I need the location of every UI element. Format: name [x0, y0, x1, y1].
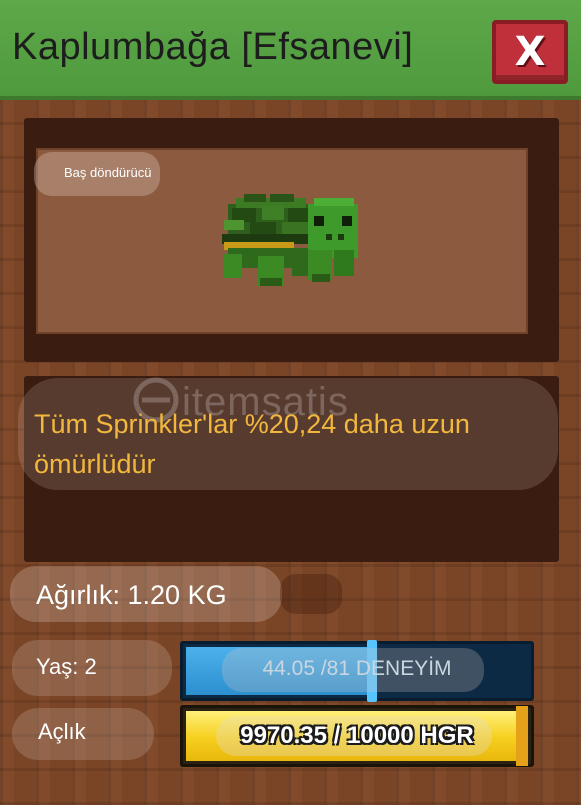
hunger-value: 9970.35 / 10000 HGR: [240, 722, 474, 749]
ability-description-line-2: ömürlüdür: [34, 449, 156, 479]
age-label: Yaş: 2: [36, 654, 97, 679]
green-turtle-icon: [222, 194, 358, 286]
smudge-overlay: [280, 574, 342, 614]
mutation-label: Baş döndürücü: [64, 165, 152, 180]
hunger-label: Açlık: [38, 719, 86, 744]
close-x-icon: X: [514, 29, 546, 75]
xp-label: 44.05 /81 DENEYİM: [262, 657, 452, 680]
ability-description-line-1: Tüm Sprinkler'lar %20,24 daha uzun: [34, 409, 470, 439]
weight-label: Ağırlık: 1.20 KG: [36, 580, 227, 610]
window-title: Kaplumbağa [Efsanevi]: [12, 26, 414, 68]
close-button[interactable]: X: [492, 20, 568, 84]
ability-description: Tüm Sprinkler'lar %20,24 daha uzun ömürl…: [34, 404, 554, 484]
